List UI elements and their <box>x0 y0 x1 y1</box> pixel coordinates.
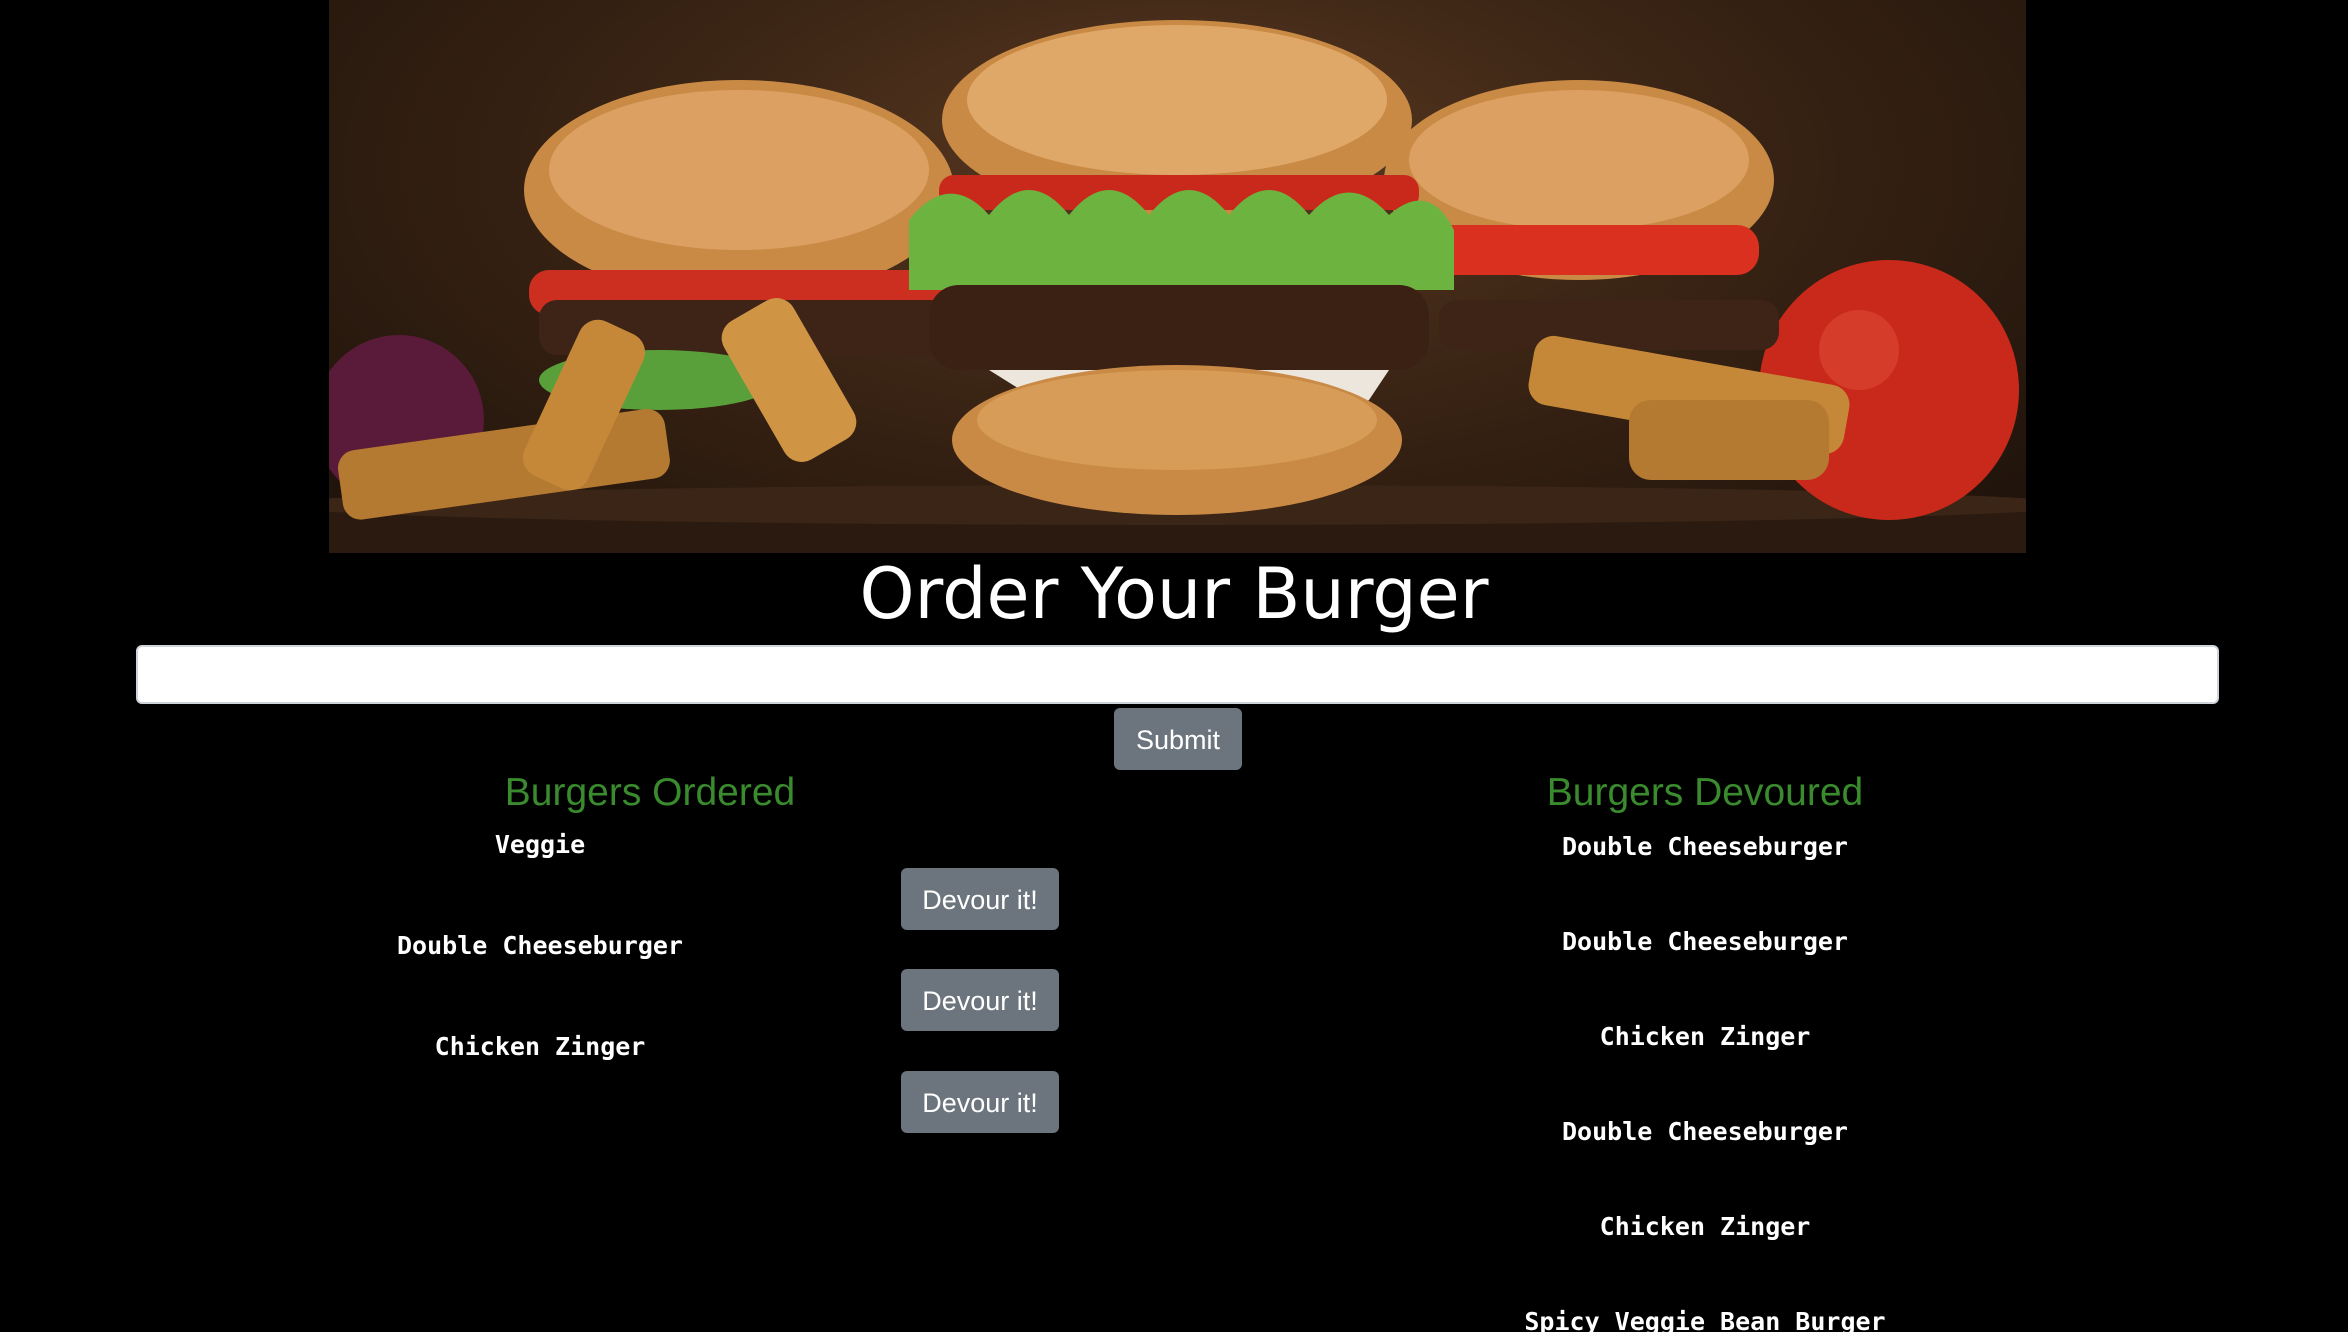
burger-name-input[interactable] <box>136 645 2219 704</box>
burger-illustration <box>329 20 2026 553</box>
devoured-item: Double Cheeseburger <box>1562 927 1848 956</box>
devour-button[interactable]: Devour it! <box>901 1071 1059 1133</box>
ordered-item: Chicken Zinger Devour it! <box>0 1030 1180 1133</box>
burgers-devoured-heading: Burgers Devoured <box>1546 771 1864 814</box>
ordered-item: Veggie Devour it! <box>0 828 1180 930</box>
page-title: Order Your Burger <box>859 553 1489 635</box>
burgers-ordered-heading: Burgers Ordered <box>504 771 796 814</box>
ordered-burger-name: Chicken Zinger <box>434 1032 646 1061</box>
ordered-burger-name: Double Cheeseburger <box>397 931 683 960</box>
ordered-item: Double Cheeseburger Devour it! <box>0 929 1180 1031</box>
devoured-item: Chicken Zinger <box>1599 1022 1811 1051</box>
hero-burger-image <box>329 0 2026 553</box>
devour-button[interactable]: Devour it! <box>901 868 1059 930</box>
devoured-item: Chicken Zinger <box>1599 1212 1811 1241</box>
submit-button[interactable]: Submit <box>1114 708 1242 770</box>
devoured-item: Double Cheeseburger <box>1562 1117 1848 1146</box>
ordered-burger-name: Veggie <box>494 830 586 859</box>
devour-button[interactable]: Devour it! <box>901 969 1059 1031</box>
devoured-item: Spicy Veggie Bean Burger <box>1524 1307 1886 1332</box>
devoured-item: Double Cheeseburger <box>1562 832 1848 861</box>
